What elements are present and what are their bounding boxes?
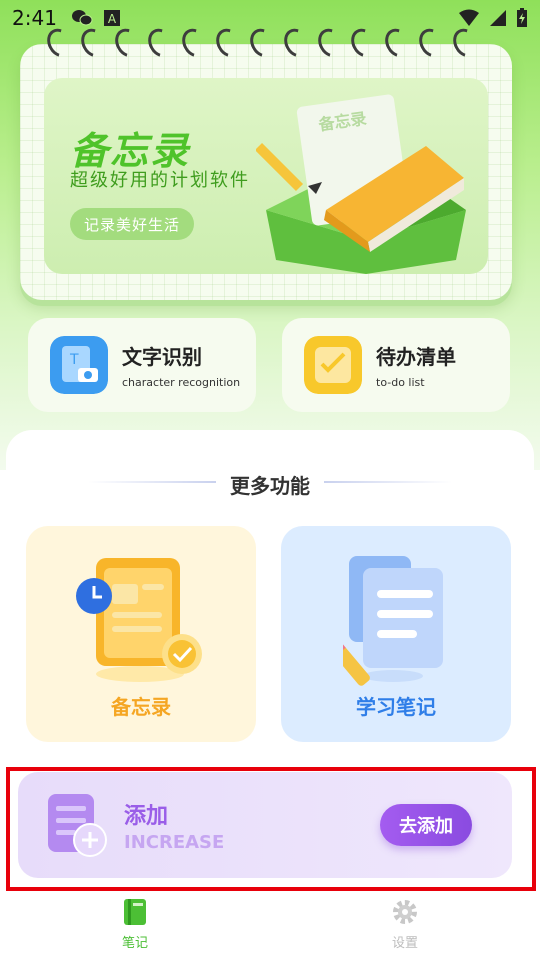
svg-text:T: T: [69, 352, 79, 368]
nav-item-notes[interactable]: 笔记: [0, 892, 270, 960]
wifi-icon: [459, 9, 479, 26]
study-notes-icon: [343, 556, 443, 686]
text-recognition-icon: T: [50, 336, 108, 394]
wechat-icon: [71, 10, 93, 26]
feature-subtitle: character recognition: [122, 376, 241, 389]
nav-label: 设置: [391, 936, 418, 951]
add-subtitle: INCREASE: [124, 832, 225, 853]
add-document-icon: [48, 794, 107, 857]
notebook-rings: [42, 24, 484, 62]
banner-subtitle: 超级好用的计划软件: [70, 170, 250, 191]
feature-card-todo-list[interactable]: 待办清单 to-do list: [282, 318, 510, 412]
feature-subtitle: to-do list: [376, 376, 425, 389]
divider-right: [324, 481, 452, 483]
card-study-notes[interactable]: 学习笔记: [281, 526, 511, 742]
todo-list-icon: [304, 336, 362, 394]
card-label: 学习笔记: [356, 695, 436, 719]
book-icon: [124, 899, 146, 925]
nav-item-settings[interactable]: 设置: [270, 892, 540, 960]
gear-icon: [393, 900, 417, 924]
feature-title: 待办清单: [376, 345, 456, 369]
feature-card-text-recognition[interactable]: T 文字识别 character recognition: [28, 318, 256, 412]
go-add-button[interactable]: 去添加: [380, 804, 472, 846]
status-time: 2:41: [12, 6, 57, 30]
feature-title: 文字识别: [122, 345, 202, 369]
banner-record-button[interactable]: 记录美好生活: [70, 208, 195, 240]
a-notification-icon: A: [103, 10, 120, 26]
nav-label: 笔记: [121, 936, 148, 951]
add-title: 添加: [124, 804, 169, 829]
memo-book-illustration-icon: 备忘录: [256, 94, 466, 274]
svg-text:A: A: [108, 12, 117, 26]
battery-icon: [517, 8, 527, 27]
card-label: 备忘录: [111, 695, 171, 719]
signal-icon: [490, 10, 506, 26]
memo-clipboard-icon: [76, 558, 202, 682]
bottom-nav: 笔记 设置: [0, 892, 540, 960]
add-card[interactable]: 添加 INCREASE 去添加: [18, 772, 512, 878]
section-title: 更多功能: [230, 474, 310, 498]
card-memo[interactable]: 备忘录: [26, 526, 256, 742]
